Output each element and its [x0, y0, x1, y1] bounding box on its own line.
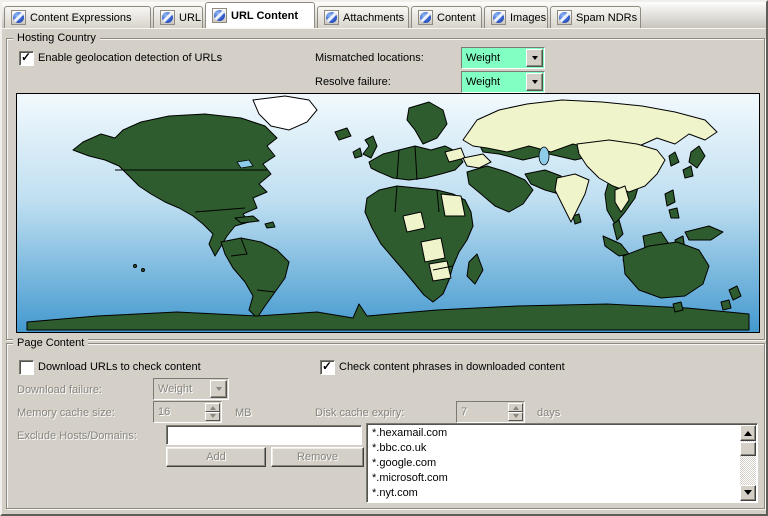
- button-label: Remove: [297, 451, 338, 463]
- tab-label: Spam NDRs: [576, 12, 637, 24]
- list-item[interactable]: *.bbc.co.uk: [372, 441, 739, 456]
- tab-images[interactable]: Images: [484, 6, 548, 28]
- download-failure-label: Download failure:: [17, 384, 102, 396]
- mismatched-locations-label: Mismatched locations:: [315, 52, 424, 64]
- spin-down-button[interactable]: [205, 412, 220, 421]
- download-failure-select[interactable]: Weight: [153, 378, 229, 400]
- vertical-scrollbar[interactable]: [740, 425, 756, 501]
- no-entry-icon: [418, 10, 433, 25]
- dropdown-button[interactable]: [210, 380, 227, 398]
- tab-content[interactable]: Content: [411, 6, 482, 28]
- tab-url[interactable]: URL: [153, 6, 203, 28]
- list-item[interactable]: *.hexamail.com: [372, 426, 739, 441]
- hosting-country-group: Hosting Country ✓ Enable geolocation det…: [6, 38, 765, 340]
- arrow-up-icon: [744, 427, 752, 436]
- exclude-hosts-list[interactable]: *.hexamail.com *.bbc.co.uk *.google.com …: [366, 423, 758, 503]
- selected-value: Weight: [462, 76, 525, 88]
- tab-label: URL: [179, 12, 201, 24]
- memory-cache-unit: MB: [235, 407, 252, 419]
- resolve-failure-select[interactable]: Weight: [461, 71, 545, 93]
- page-content-group: Page Content Download URLs to check cont…: [6, 343, 765, 509]
- tab-label: Content Expressions: [30, 12, 132, 24]
- disk-cache-unit: days: [537, 407, 560, 419]
- tab-label: Content: [437, 12, 476, 24]
- arrow-down-icon: [744, 490, 752, 499]
- tab-content-expressions[interactable]: Content Expressions: [4, 6, 151, 28]
- memory-cache-label: Memory cache size:: [17, 407, 115, 419]
- arrow-up-icon: [513, 403, 519, 410]
- dropdown-button[interactable]: [526, 49, 543, 67]
- resolve-failure-label: Resolve failure:: [315, 76, 391, 88]
- spin-up-button[interactable]: [508, 403, 523, 412]
- scrollbar-thumb[interactable]: [740, 442, 756, 456]
- list-item[interactable]: *.nyt.com: [372, 486, 739, 500]
- mismatched-locations-select[interactable]: Weight: [461, 47, 545, 69]
- tab-label: URL Content: [231, 10, 298, 22]
- tab-spam-ndrs[interactable]: Spam NDRs: [550, 6, 641, 28]
- checkmark-icon: ✓: [322, 359, 332, 373]
- add-button[interactable]: Add: [166, 447, 266, 467]
- group-legend: Page Content: [13, 336, 88, 350]
- check-phrases-checkbox[interactable]: ✓: [320, 360, 335, 375]
- selected-value: Weight: [462, 52, 525, 64]
- chevron-down-icon: [532, 56, 538, 63]
- no-entry-icon: [160, 10, 175, 25]
- disk-cache-label: Disk cache expiry:: [315, 407, 404, 419]
- enable-geolocation-label: Enable geolocation detection of URLs: [38, 52, 222, 64]
- url-content-settings-window: Content Expressions URL URL Content Atta…: [0, 0, 768, 516]
- spinner-value: 7: [457, 406, 507, 418]
- tab-label: Images: [510, 12, 546, 24]
- disk-cache-spinner[interactable]: 7: [456, 401, 525, 423]
- dropdown-button[interactable]: [526, 73, 543, 91]
- world-map-svg: [17, 94, 759, 332]
- check-phrases-label: Check content phrases in downloaded cont…: [339, 361, 565, 373]
- download-urls-label: Download URLs to check content: [38, 361, 201, 373]
- no-entry-icon: [324, 10, 339, 25]
- world-map: [16, 93, 760, 333]
- list-item[interactable]: *.microsoft.com: [372, 471, 739, 486]
- list-items: *.hexamail.com *.bbc.co.uk *.google.com …: [369, 426, 739, 500]
- button-label: Add: [206, 451, 226, 463]
- no-entry-icon: [11, 10, 26, 25]
- spin-down-button[interactable]: [508, 412, 523, 421]
- arrow-down-icon: [513, 414, 519, 421]
- spin-up-button[interactable]: [205, 403, 220, 412]
- tab-url-content[interactable]: URL Content: [205, 2, 315, 28]
- checkmark-icon: ✓: [21, 50, 31, 64]
- spinner-value: 16: [154, 406, 204, 418]
- scroll-up-button[interactable]: [740, 425, 756, 441]
- remove-button[interactable]: Remove: [271, 447, 364, 467]
- tab-label: Attachments: [343, 12, 404, 24]
- group-legend: Hosting Country: [13, 31, 100, 45]
- no-entry-icon: [491, 10, 506, 25]
- selected-value: Weight: [154, 383, 209, 395]
- arrow-down-icon: [210, 414, 216, 421]
- chevron-down-icon: [216, 387, 222, 394]
- no-entry-icon: [212, 8, 227, 23]
- list-item[interactable]: *.google.com: [372, 456, 739, 471]
- tab-strip: Content Expressions URL URL Content Atta…: [2, 2, 766, 29]
- enable-geolocation-checkbox[interactable]: ✓: [19, 51, 34, 66]
- exclude-hosts-label: Exclude Hosts/Domains:: [17, 430, 137, 442]
- scroll-down-button[interactable]: [740, 485, 756, 501]
- chevron-down-icon: [532, 80, 538, 87]
- tab-attachments[interactable]: Attachments: [317, 6, 409, 28]
- memory-cache-spinner[interactable]: 16: [153, 401, 222, 423]
- no-entry-icon: [557, 10, 572, 25]
- download-urls-checkbox[interactable]: [19, 360, 34, 375]
- exclude-hosts-input[interactable]: [166, 425, 362, 445]
- arrow-up-icon: [210, 403, 216, 410]
